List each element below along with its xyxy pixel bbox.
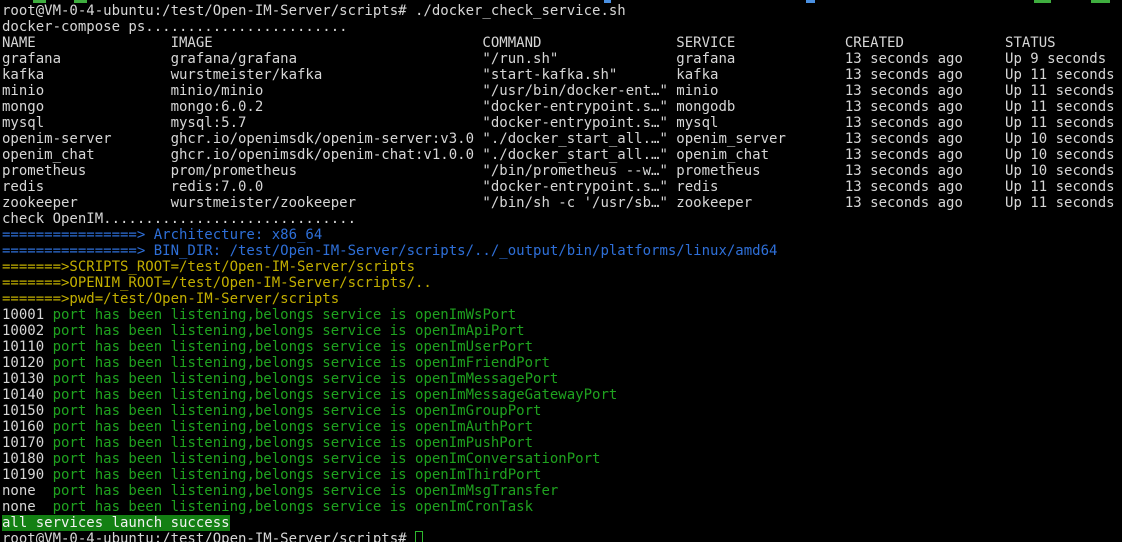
docker-ps-row: openim-server ghcr.io/openimsdk/openim-s… — [2, 131, 1122, 147]
cropped-char-fragment — [33, 0, 46, 3]
prompt-command-line: root@VM-0-4-ubuntu:/test/Open-IM-Server/… — [2, 3, 1122, 19]
env-info-line: ================> Architecture: x86_64 — [2, 227, 1122, 243]
port-status-line: none port has been listening,belongs ser… — [2, 483, 1122, 499]
docker-ps-row: mongo mongo:6.0.2 "docker-entrypoint.s…"… — [2, 99, 1122, 115]
port-status-line: 10170 port has been listening,belongs se… — [2, 435, 1122, 451]
port-status-line: 10001 port has been listening,belongs se… — [2, 307, 1122, 323]
docker-ps-row: zookeeper wurstmeister/zookeeper "/bin/s… — [2, 195, 1122, 211]
env-info-line: =======>SCRIPTS_ROOT=/test/Open-IM-Serve… — [2, 259, 1122, 275]
docker-ps-row: kafka wurstmeister/kafka "start-kafka.sh… — [2, 67, 1122, 83]
cropped-char-fragment — [604, 0, 611, 3]
compose-ps-line: docker-compose ps.......................… — [2, 19, 1122, 35]
success-line: all services launch success — [2, 515, 1122, 531]
terminal-cursor — [415, 531, 423, 542]
docker-ps-header: NAME IMAGE COMMAND SERVICE CREATED STATU… — [2, 35, 1122, 51]
docker-ps-row: grafana grafana/grafana "/run.sh" grafan… — [2, 51, 1122, 67]
docker-ps-row: mysql mysql:5.7 "docker-entrypoint.s…" m… — [2, 115, 1122, 131]
terminal-screen[interactable]: root@VM-0-4-ubuntu:/test/Open-IM-Server/… — [0, 3, 1122, 542]
docker-ps-row: redis redis:7.0.0 "docker-entrypoint.s…"… — [2, 179, 1122, 195]
port-status-line: 10002 port has been listening,belongs se… — [2, 323, 1122, 339]
port-status-line: 10150 port has been listening,belongs se… — [2, 403, 1122, 419]
port-status-line: 10120 port has been listening,belongs se… — [2, 355, 1122, 371]
port-status-line: 10180 port has been listening,belongs se… — [2, 451, 1122, 467]
env-info-line: =======>OPENIM_ROOT=/test/Open-IM-Server… — [2, 275, 1122, 291]
port-status-line: 10140 port has been listening,belongs se… — [2, 387, 1122, 403]
cropped-char-fragment — [1034, 0, 1051, 3]
docker-ps-row: minio minio/minio "/usr/bin/docker-ent…"… — [2, 83, 1122, 99]
port-status-line: 10190 port has been listening,belongs se… — [2, 467, 1122, 483]
port-status-line: 10130 port has been listening,belongs se… — [2, 371, 1122, 387]
docker-ps-row: openim_chat ghcr.io/openimsdk/openim-cha… — [2, 147, 1122, 163]
docker-ps-row: prometheus prom/prometheus "/bin/prometh… — [2, 163, 1122, 179]
cropped-char-fragment — [1091, 0, 1110, 3]
cropped-line-fragments — [0, 0, 1122, 3]
cropped-char-fragment — [74, 0, 87, 3]
port-status-line: none port has been listening,belongs ser… — [2, 499, 1122, 515]
env-info-line: ================> BIN_DIR: /test/Open-IM… — [2, 243, 1122, 259]
cropped-char-fragment — [806, 0, 815, 3]
check-openim-line: check OpenIM............................… — [2, 211, 1122, 227]
port-status-line: 10110 port has been listening,belongs se… — [2, 339, 1122, 355]
port-status-line: 10160 port has been listening,belongs se… — [2, 419, 1122, 435]
final-prompt-line: root@VM-0-4-ubuntu:/test/Open-IM-Server/… — [2, 531, 1122, 542]
env-info-line: =======>pwd=/test/Open-IM-Server/scripts — [2, 291, 1122, 307]
